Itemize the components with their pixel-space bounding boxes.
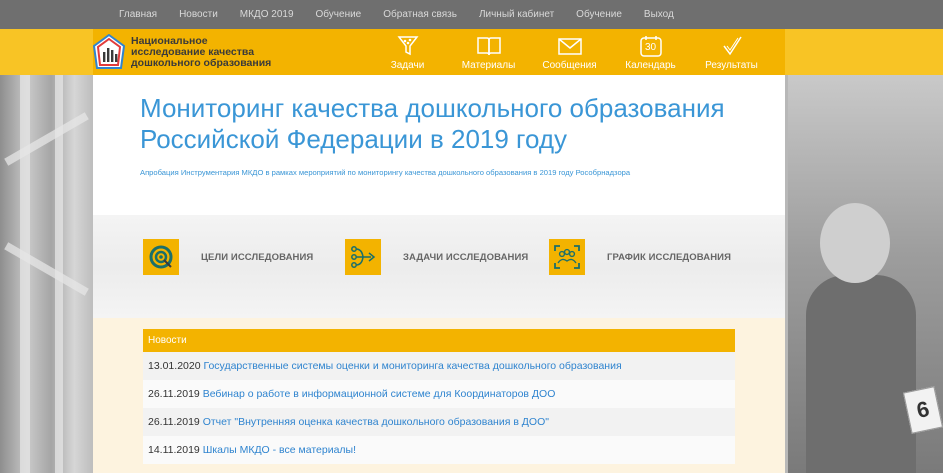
logo-line-3: дошкольного образования	[131, 56, 272, 69]
group-icon	[549, 239, 585, 275]
book-icon	[476, 35, 502, 57]
tab-materials[interactable]: Материалы	[448, 29, 529, 75]
checkmark-icon	[721, 35, 743, 57]
logo-house-icon	[92, 33, 126, 70]
tab-tasks-label: Задачи	[390, 60, 425, 71]
news-list: Новости 13.01.2020 Государственные систе…	[143, 329, 735, 464]
news-heading: Новости	[143, 329, 735, 352]
news-item: 13.01.2020 Государственные системы оценк…	[143, 352, 735, 380]
nav-link-training[interactable]: Обучение	[316, 9, 362, 20]
research-goals-section: ЦЕЛИ ИССЛЕДОВАНИЯ ЗАДАЧИ ИССЛЕДОВАНИЯ ГР…	[93, 215, 785, 318]
news-link[interactable]: Вебинар о работе в информационной систем…	[203, 388, 556, 400]
nav-link-home[interactable]: Главная	[119, 9, 157, 20]
news-item: 14.11.2019 Шкалы МКДО - все материалы!	[143, 436, 735, 464]
tab-calendar[interactable]: 30 Календарь	[610, 29, 691, 75]
nav-link-feedback[interactable]: Обратная связь	[383, 9, 457, 20]
news-link[interactable]: Государственные системы оценки и монитор…	[203, 360, 621, 372]
nav-link-mkdo-2019[interactable]: МКДО 2019	[240, 9, 294, 20]
funnel-icon	[396, 35, 419, 57]
top-nav: Главная Новости МКДО 2019 Обучение Обрат…	[0, 0, 943, 29]
logo-line-1: Национальное	[131, 34, 208, 47]
tab-results[interactable]: Результаты	[691, 29, 772, 75]
main-content: Мониторинг качества дошкольного образова…	[93, 75, 785, 473]
nav-link-training-2[interactable]: Обучение	[576, 9, 622, 20]
goal-research-schedule[interactable]: ГРАФИК ИССЛЕДОВАНИЯ	[549, 239, 731, 275]
goal-research-tasks-label: ЗАДАЧИ ИССЛЕДОВАНИЯ	[403, 251, 529, 263]
tab-messages[interactable]: Сообщения	[529, 29, 610, 75]
news-date: 13.01.2020	[148, 360, 204, 372]
logo-line-2: исследование качества	[131, 45, 255, 58]
nav-link-news[interactable]: Новости	[179, 9, 218, 20]
background-photo-left	[0, 75, 93, 473]
tab-messages-label: Сообщения	[542, 60, 597, 71]
news-date: 26.11.2019	[148, 388, 203, 400]
tab-results-label: Результаты	[705, 60, 758, 71]
news-date: 14.11.2019	[148, 444, 203, 456]
tab-materials-label: Материалы	[461, 60, 516, 71]
envelope-icon	[557, 35, 583, 57]
tab-tasks[interactable]: Задачи	[367, 29, 448, 75]
site-logo[interactable]: Национальное исследование качества дошко…	[92, 33, 272, 70]
news-item: 26.11.2019 Отчет "Внутренняя оценка каче…	[143, 408, 735, 436]
news-date: 26.11.2019	[148, 416, 203, 428]
news-link[interactable]: Отчет "Внутренняя оценка качества дошкол…	[203, 416, 549, 428]
calendar-icon: 30	[639, 35, 663, 57]
background-photo-right: 6	[788, 75, 943, 473]
target-icon	[143, 239, 179, 275]
news-link[interactable]: Шкалы МКДО - все материалы!	[203, 444, 356, 456]
news-item: 26.11.2019 Вебинар о работе в информацио…	[143, 380, 735, 408]
flow-icon	[345, 239, 381, 275]
goal-research-schedule-label: ГРАФИК ИССЛЕДОВАНИЯ	[607, 251, 732, 263]
goal-research-aims-label: ЦЕЛИ ИССЛЕДОВАНИЯ	[201, 251, 314, 263]
page-title: Мониторинг качества дошкольного образова…	[140, 93, 725, 154]
goal-research-aims[interactable]: ЦЕЛИ ИССЛЕДОВАНИЯ	[143, 239, 313, 275]
goal-research-tasks[interactable]: ЗАДАЧИ ИССЛЕДОВАНИЯ	[345, 239, 528, 275]
page-subtitle: Апробация Инструментария МКДО в рамках м…	[140, 168, 631, 177]
nav-link-account[interactable]: Личный кабинет	[479, 9, 554, 20]
tab-calendar-label: Календарь	[625, 60, 676, 71]
header-bar: Национальное исследование качества дошко…	[0, 29, 943, 75]
calendar-day-number: 30	[644, 42, 657, 53]
nav-link-logout[interactable]: Выход	[644, 9, 674, 20]
